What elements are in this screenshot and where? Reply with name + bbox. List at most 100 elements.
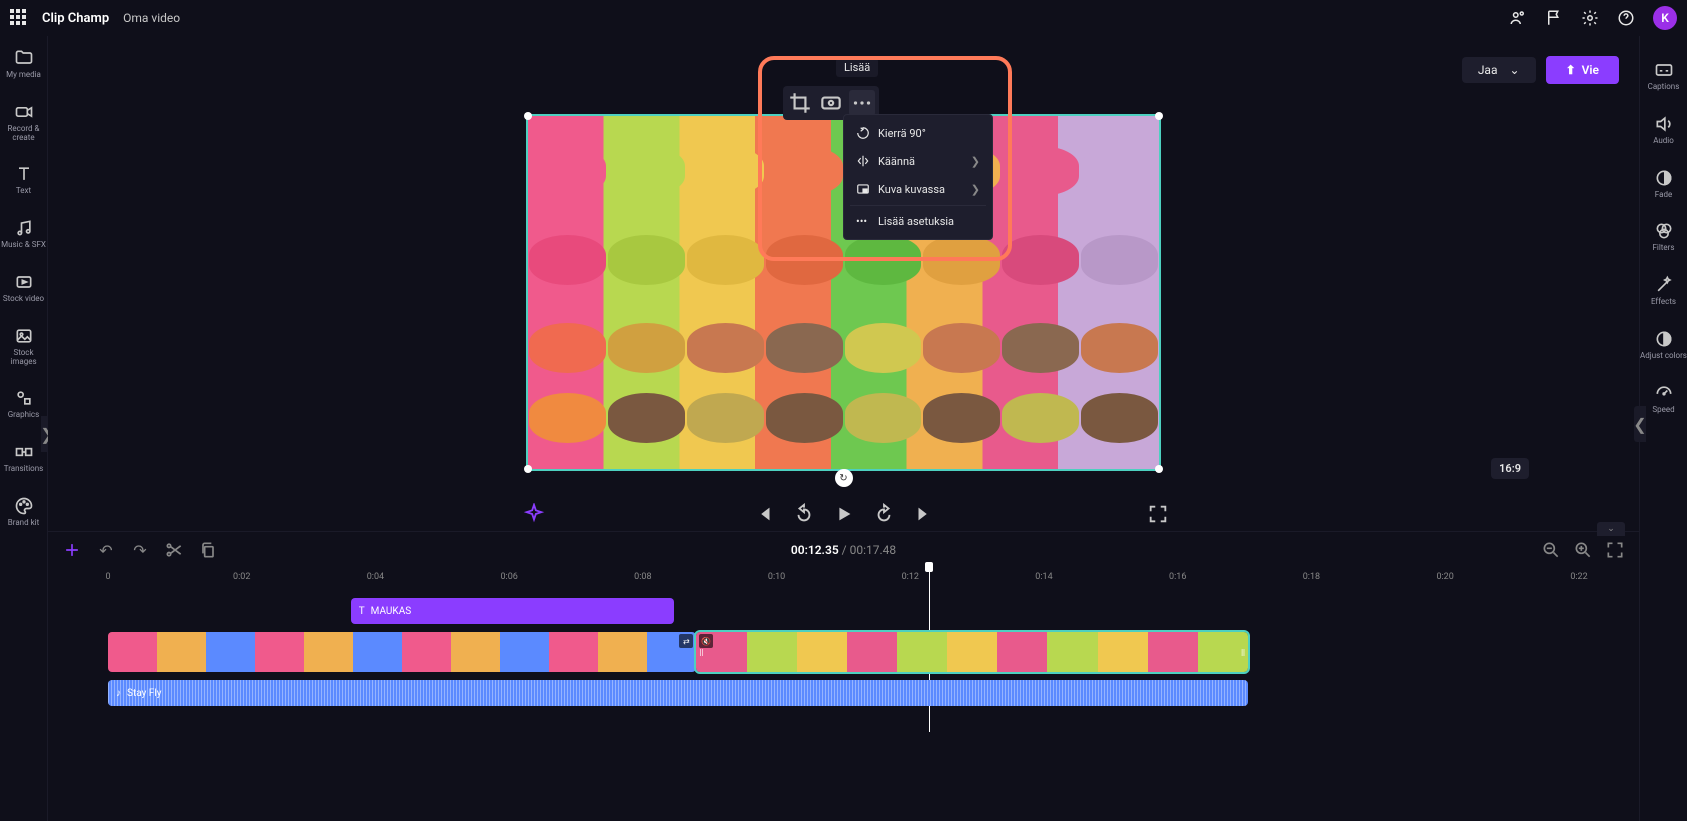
text-icon: T (359, 606, 365, 617)
transition-badge[interactable]: ⇄ (679, 634, 693, 648)
flag-icon[interactable] (1545, 9, 1563, 27)
center-area: Jaa⌄ ⬆Vie ↻ 16:9 Lisää (48, 36, 1639, 821)
sidebar-item-label: Brand kit (8, 519, 39, 528)
duration: 00:17.48 (850, 543, 897, 557)
rsidebar-label: Audio (1653, 137, 1674, 146)
rsidebar-label: Fade (1655, 191, 1672, 200)
chevron-right-icon: ❯ (971, 183, 980, 196)
help-icon[interactable] (1617, 9, 1635, 27)
enhance-button[interactable] (523, 503, 545, 525)
sidebar-item-stock-video[interactable]: Stock video (0, 268, 47, 308)
play-button[interactable] (833, 503, 855, 525)
rsidebar-item-effects[interactable]: Effects (1640, 271, 1687, 311)
share-button[interactable]: Jaa⌄ (1462, 57, 1536, 83)
sidebar-item-brand-kit[interactable]: Brand kit (0, 492, 47, 532)
ruler-tick: 0 (105, 572, 110, 582)
ruler-tick: 0:06 (500, 572, 517, 582)
menu-more-settings[interactable]: ••• Lisää asetuksia (844, 208, 992, 235)
undo-button[interactable]: ↶ (96, 540, 116, 560)
video-clip-1[interactable]: ⇄ (108, 632, 696, 672)
rsidebar-item-captions[interactable]: Captions (1640, 56, 1687, 96)
ruler-tick: 0:18 (1303, 572, 1320, 582)
settings-icon[interactable] (1581, 9, 1599, 27)
sidebar-item-stock-images[interactable]: Stock images (0, 322, 47, 371)
skip-end-button[interactable] (913, 503, 935, 525)
playback-controls (48, 493, 1639, 531)
sidebar-item-label: Stock video (3, 295, 44, 304)
resize-handle-br[interactable] (1155, 465, 1163, 473)
mute-badge[interactable]: 🔇 (699, 634, 713, 648)
menu-pip[interactable]: Kuva kuvassa ❯ (844, 175, 992, 203)
forward-button[interactable] (873, 503, 895, 525)
timeline-ruler[interactable]: 0 0:02 0:04 0:06 0:08 0:10 0:12 0:14 0:1… (108, 568, 1579, 592)
fullscreen-button[interactable] (1147, 503, 1169, 525)
audio-clip-label: Stay Fly (127, 688, 161, 699)
ruler-tick: 0:12 (902, 572, 919, 582)
video-clip-2[interactable]: || || 🔇 (696, 632, 1248, 672)
rsidebar-label: Captions (1648, 83, 1680, 92)
split-button[interactable] (164, 540, 184, 560)
resize-handle-tl[interactable] (524, 112, 532, 120)
folder-icon (14, 48, 34, 68)
rewind-button[interactable] (793, 503, 815, 525)
timeline-tracks: T MAUKAS ⇄ || || 🔇 (108, 598, 1579, 821)
sidebar-item-label: My media (6, 71, 41, 80)
rsidebar-label: Filters (1652, 244, 1674, 253)
resize-handle-bl[interactable] (524, 465, 532, 473)
sidebar-item-music[interactable]: Music & SFX (0, 214, 47, 254)
rsidebar-item-adjust-colors[interactable]: Adjust colors (1640, 325, 1687, 365)
sidebar-item-label: Stock images (0, 349, 47, 367)
right-sidebar: Captions Audio Fade Filters Effects Adju… (1639, 36, 1687, 821)
ruler-tick: 0:08 (634, 572, 651, 582)
redo-button[interactable]: ↷ (130, 540, 150, 560)
avatar[interactable]: K (1653, 6, 1677, 30)
apps-grid-icon[interactable] (10, 9, 28, 27)
aspect-badge[interactable]: 16:9 (1491, 458, 1529, 479)
rsidebar-item-fade[interactable]: Fade (1640, 164, 1687, 204)
video-icon (14, 272, 34, 292)
rsidebar-item-filters[interactable]: Filters (1640, 217, 1687, 257)
invite-icon[interactable] (1509, 9, 1527, 27)
add-track-button[interactable] (62, 540, 82, 560)
more-button[interactable] (849, 90, 875, 116)
sidebar-item-label: Transitions (4, 465, 44, 474)
chevron-down-icon: ⌄ (1510, 63, 1520, 77)
resize-handle-tr[interactable] (1155, 112, 1163, 120)
replace-icon[interactable]: ↻ (835, 469, 853, 487)
tooltip-more: Lisää (836, 58, 878, 77)
rotate-icon (856, 126, 870, 140)
right-sidebar-expand[interactable]: ❮ (1634, 406, 1646, 442)
crop-button[interactable] (787, 90, 813, 116)
clip-handle-right[interactable]: || (1238, 632, 1248, 672)
copy-button[interactable] (198, 540, 218, 560)
current-time: 00:12.35 (791, 543, 839, 557)
skip-start-button[interactable] (753, 503, 775, 525)
sidebar-item-transitions[interactable]: Transitions (0, 438, 47, 478)
sidebar-item-text[interactable]: Text (0, 160, 47, 200)
music-icon (14, 218, 34, 238)
fit-button[interactable] (818, 90, 844, 116)
export-button[interactable]: ⬆Vie (1546, 56, 1619, 84)
menu-rotate-90[interactable]: Kierrä 90° (844, 119, 992, 147)
menu-flip[interactable]: Käännä ❯ (844, 147, 992, 175)
zoom-in-button[interactable] (1573, 540, 1593, 560)
contrast-icon (1654, 329, 1674, 349)
zoom-fit-button[interactable] (1605, 540, 1625, 560)
text-clip[interactable]: T MAUKAS (351, 598, 675, 624)
ruler-tick: 0:14 (1035, 572, 1052, 582)
audio-track: ♪ Stay Fly (108, 680, 1579, 708)
sidebar-item-my-media[interactable]: My media (0, 44, 47, 84)
rsidebar-label: Speed (1652, 406, 1674, 415)
rsidebar-item-audio[interactable]: Audio (1640, 110, 1687, 150)
sidebar-item-graphics[interactable]: Graphics (0, 384, 47, 424)
sidebar-item-record[interactable]: Record & create (0, 98, 47, 147)
sidebar-item-label: Music & SFX (1, 241, 46, 250)
audio-clip[interactable]: ♪ Stay Fly (108, 680, 1248, 706)
captions-icon (1654, 60, 1674, 80)
rsidebar-item-speed[interactable]: Speed (1640, 379, 1687, 419)
sidebar-item-label: Graphics (8, 411, 40, 420)
rsidebar-label: Adjust colors (1640, 352, 1687, 361)
zoom-out-button[interactable] (1541, 540, 1561, 560)
project-name[interactable]: Oma video (123, 11, 180, 25)
ruler-tick: 0:10 (768, 572, 785, 582)
